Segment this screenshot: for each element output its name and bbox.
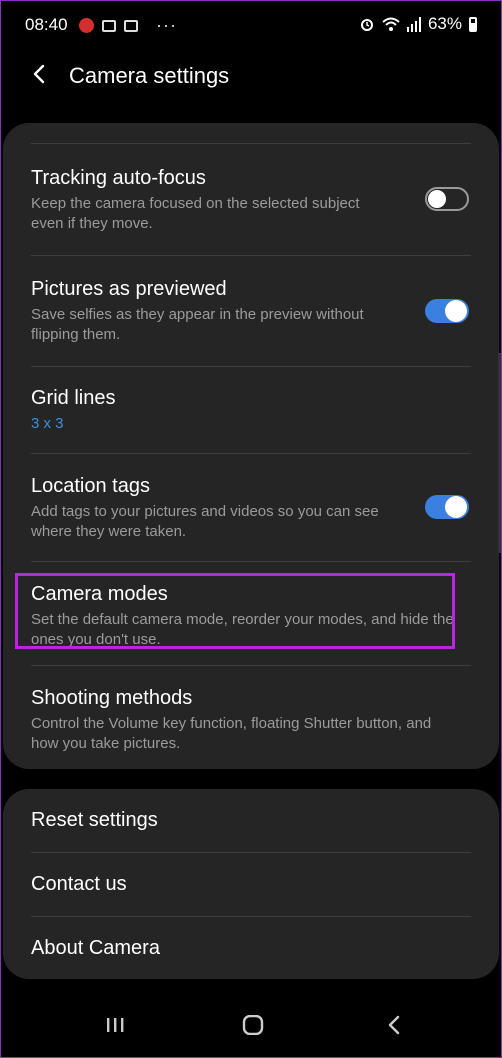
location-tags-toggle[interactable] — [425, 495, 469, 519]
notification-app-icon — [79, 18, 94, 33]
more-card: Reset settings Contact us About Camera — [3, 789, 499, 979]
status-right: 63% — [359, 14, 477, 34]
signal-icon — [406, 16, 421, 32]
divider — [31, 852, 471, 853]
notification-icons: ··· — [79, 15, 177, 36]
toggle-knob — [445, 300, 467, 322]
settings-card: Tracking auto-focus Keep the camera focu… — [3, 123, 499, 769]
page-title: Camera settings — [69, 63, 230, 88]
divider — [31, 255, 471, 256]
gallery-icon — [102, 19, 116, 32]
setting-shooting-methods[interactable]: Shooting methods Control the Volume key … — [31, 687, 459, 754]
status-time: 08:40 — [25, 15, 68, 34]
contact-us-item[interactable]: Contact us — [31, 873, 471, 896]
recent-apps-icon[interactable] — [105, 1015, 125, 1035]
setting-subtitle: Keep the camera focused on the selected … — [31, 195, 360, 232]
more-notifications-icon: ··· — [156, 15, 177, 35]
setting-title: Location tags — [31, 475, 150, 497]
wifi-icon — [382, 17, 400, 31]
divider — [31, 916, 471, 917]
app-header: Camera settings — [1, 51, 501, 107]
status-bar: 08:40 ··· 63% — [1, 1, 501, 47]
battery-percent: 63% — [427, 14, 462, 33]
home-icon[interactable] — [242, 1015, 264, 1035]
back-icon[interactable] — [385, 1015, 403, 1035]
setting-title: Tracking auto-focus — [31, 167, 206, 189]
grid-lines-value: 3 x 3 — [31, 415, 64, 432]
divider — [31, 143, 471, 144]
calendar-icon — [124, 19, 138, 32]
setting-subtitle: Control the Volume key function, floatin… — [31, 715, 432, 752]
setting-grid-lines[interactable]: Grid lines 3 x 3 — [31, 387, 471, 434]
item-title: Contact us — [31, 873, 127, 895]
back-arrow-icon[interactable] — [29, 63, 51, 85]
toggle-knob — [428, 190, 446, 208]
setting-pictures-as-previewed[interactable]: Pictures as previewed Save selfies as th… — [31, 278, 471, 345]
setting-title: Grid lines — [31, 387, 116, 409]
setting-title: Pictures as previewed — [31, 278, 227, 300]
tracking-auto-focus-toggle[interactable] — [425, 187, 469, 211]
divider — [31, 453, 471, 454]
alarm-icon — [360, 19, 373, 31]
setting-location-tags[interactable]: Location tags Add tags to your pictures … — [31, 475, 471, 542]
phone-screen: 08:40 ··· 63% Camera settings Tracking a… — [0, 0, 502, 1058]
item-title: Reset settings — [31, 809, 158, 831]
divider — [31, 665, 471, 666]
item-title: About Camera — [31, 937, 160, 959]
pictures-as-previewed-toggle[interactable] — [425, 299, 469, 323]
setting-title: Shooting methods — [31, 687, 193, 709]
battery-icon — [469, 16, 477, 32]
divider — [31, 366, 471, 367]
divider — [31, 561, 471, 562]
navigation-bar — [1, 1001, 501, 1057]
setting-tracking-auto-focus[interactable]: Tracking auto-focus Keep the camera focu… — [31, 167, 471, 234]
toggle-knob — [445, 496, 467, 518]
setting-subtitle: Save selfies as they appear in the previ… — [31, 306, 364, 343]
scrollbar[interactable] — [498, 353, 501, 553]
reset-settings-item[interactable]: Reset settings — [31, 809, 471, 832]
camera-modes-highlight — [15, 573, 455, 649]
about-camera-item[interactable]: About Camera — [31, 937, 471, 960]
setting-subtitle: Add tags to your pictures and videos so … — [31, 503, 379, 540]
